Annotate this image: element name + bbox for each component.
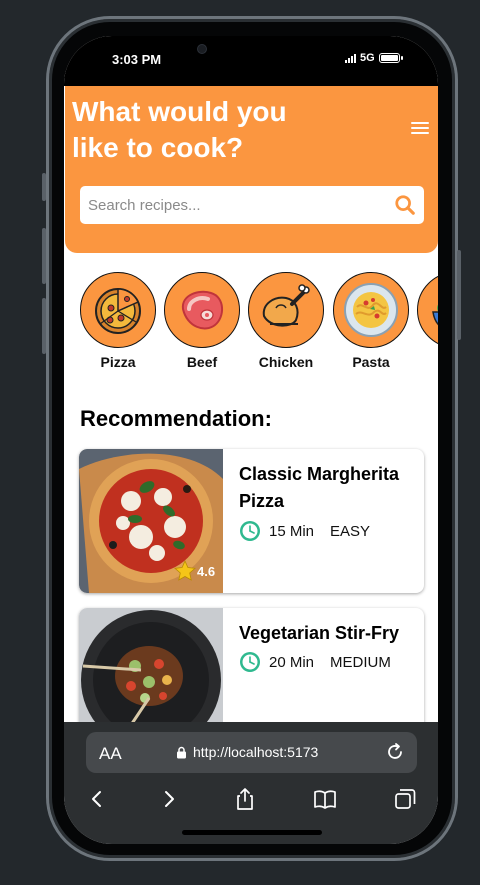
status-time: 3:03 PM [112, 52, 162, 67]
search-bar [80, 186, 424, 224]
category-label: Pasta [352, 354, 390, 370]
clock-icon [240, 521, 260, 541]
search-icon[interactable] [394, 194, 416, 216]
status-bar: 3:03 PM 5G [64, 36, 438, 86]
camera-notch [182, 36, 322, 64]
recipe-time: 15 Min [269, 522, 315, 540]
lock-icon [177, 746, 186, 758]
forward-icon[interactable] [156, 786, 182, 812]
browser-toolbar: AA http://localhost:5173 [64, 722, 438, 844]
reload-icon[interactable] [385, 742, 405, 762]
category-pasta[interactable]: Pasta [332, 272, 410, 370]
hamburger-menu-icon[interactable] [411, 122, 429, 134]
category-carousel: Pizza Beef Chicken Pasta [79, 272, 438, 372]
category-label: Pizza [100, 354, 136, 370]
browser-nav [64, 782, 438, 822]
reader-settings-button[interactable]: AA [99, 744, 122, 764]
back-icon[interactable] [84, 786, 110, 812]
recipe-difficulty: MEDIUM [330, 653, 391, 671]
pizza-icon [80, 272, 156, 348]
rating-value: 4.6 [197, 563, 216, 579]
phone-silent-switch [42, 173, 46, 201]
category-label: S [416, 354, 438, 370]
phone-screen: 3:03 PM 5G What would you like to cook? [64, 36, 438, 844]
address-bar[interactable]: AA http://localhost:5173 [86, 732, 417, 773]
recipe-title: Vegetarian Stir-Fry [239, 623, 400, 643]
chicken-icon [248, 272, 324, 348]
battery-icon [378, 53, 403, 63]
url-text: http://localhost:5173 [193, 744, 319, 760]
search-input[interactable] [80, 186, 380, 224]
pasta-icon [333, 272, 409, 348]
phone-volume-down [42, 298, 46, 354]
bookmarks-icon[interactable] [312, 786, 338, 812]
recipe-meta: 20 Min MEDIUM [239, 651, 391, 673]
rating-badge: 4.6 [173, 559, 215, 583]
category-pizza[interactable]: Pizza [79, 272, 157, 370]
category-label: Beef [186, 354, 218, 370]
recipe-difficulty: EASY [330, 522, 371, 540]
url-display[interactable]: http://localhost:5173 [176, 744, 318, 760]
category-label: Chicken [258, 354, 314, 370]
recipe-card[interactable]: 4.6 Classic Margherita Pizza 15 Min EASY [79, 449, 424, 593]
salad-icon [417, 272, 438, 348]
star-icon [174, 560, 196, 581]
page-title: What would you like to cook? [72, 96, 287, 163]
clock-icon [240, 652, 260, 672]
recipe-time: 20 Min [269, 653, 315, 671]
network-label: 5G [360, 52, 375, 64]
phone-power-button [457, 250, 461, 340]
signal-icon [345, 53, 356, 63]
steak-icon [164, 272, 240, 348]
recipe-title: Classic Margherita Pizza [239, 464, 400, 511]
phone-volume-up [42, 228, 46, 284]
category-salad[interactable]: S [416, 272, 438, 370]
status-indicators: 5G [345, 52, 403, 64]
category-chicken[interactable]: Chicken [247, 272, 325, 370]
home-indicator [182, 830, 322, 835]
recommendation-heading: Recommendation: [80, 406, 272, 431]
share-icon[interactable] [232, 786, 258, 812]
app-header: What would you like to cook? [65, 86, 438, 253]
category-beef[interactable]: Beef [163, 272, 241, 370]
tabs-icon[interactable] [392, 786, 418, 812]
recipe-meta: 15 Min EASY [239, 520, 370, 542]
